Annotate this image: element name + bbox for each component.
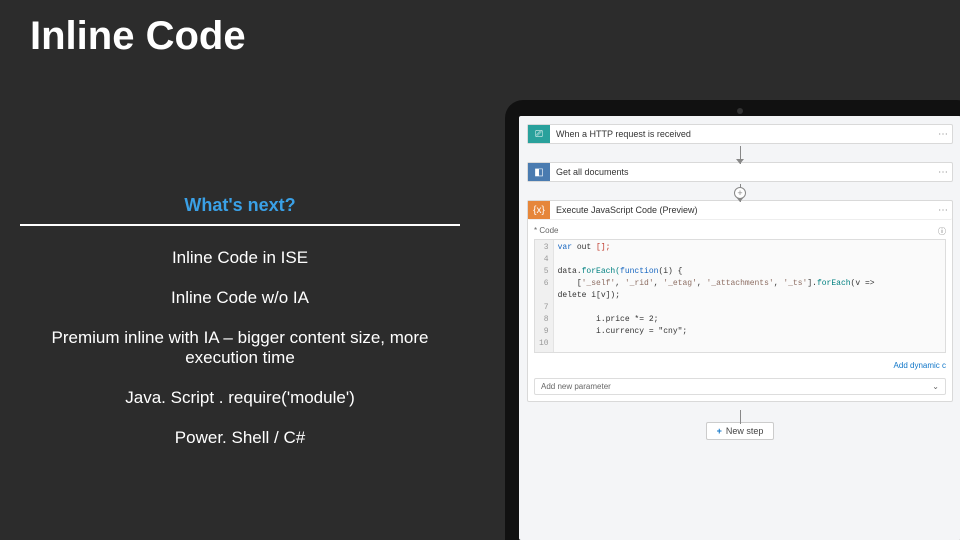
- code-editor[interactable]: 3 4 5 6 7 8 9 10 var out []; data.forEac…: [534, 239, 946, 353]
- laptop-frame: ⎚ When a HTTP request is received ⋯ ◧ Ge…: [505, 100, 960, 540]
- table-row: Premium inline with IA – bigger content …: [20, 318, 460, 378]
- expand-icon[interactable]: ⋯: [934, 163, 952, 181]
- camera-dot: [737, 108, 743, 114]
- cosmos-icon: ◧: [528, 163, 550, 181]
- logic-app-designer: ⎚ When a HTTP request is received ⋯ ◧ Ge…: [519, 116, 960, 540]
- execjs-step-header[interactable]: {x} Execute JavaScript Code (Preview) ⋯: [528, 201, 952, 220]
- new-step-button[interactable]: + New step: [706, 422, 775, 440]
- inline-code-icon: {x}: [528, 201, 550, 219]
- execjs-step: {x} Execute JavaScript Code (Preview) ⋯ …: [527, 200, 953, 402]
- chevron-down-icon: ⌄: [932, 382, 939, 391]
- getdocs-step-label: Get all documents: [550, 163, 934, 181]
- whats-next-table: What's next? Inline Code in ISE Inline C…: [20, 195, 460, 458]
- trigger-step-label: When a HTTP request is received: [550, 125, 934, 143]
- getdocs-step[interactable]: ◧ Get all documents ⋯: [527, 162, 953, 182]
- code-lines[interactable]: var out []; data.forEach(function(i) { […: [554, 240, 879, 352]
- table-row: Inline Code w/o IA: [20, 278, 460, 318]
- connector: [527, 412, 953, 422]
- table-row: Inline Code in ISE: [20, 238, 460, 278]
- connector: [527, 148, 953, 162]
- connector: +: [527, 186, 953, 200]
- expand-icon[interactable]: ⋯: [934, 201, 952, 219]
- slide-title: Inline Code: [30, 14, 246, 59]
- expand-icon[interactable]: ⋯: [934, 125, 952, 143]
- table-row: Java. Script . require('module'): [20, 378, 460, 418]
- add-dynamic-content-link[interactable]: Add dynamic c: [528, 357, 952, 374]
- whats-next-header: What's next?: [20, 195, 460, 226]
- arrow-down-icon: [736, 159, 744, 164]
- trigger-step[interactable]: ⎚ When a HTTP request is received ⋯: [527, 124, 953, 144]
- code-section-label: * Code ⓘ: [534, 224, 946, 239]
- execjs-step-label: Execute JavaScript Code (Preview): [550, 201, 934, 219]
- http-trigger-icon: ⎚: [528, 125, 550, 143]
- add-new-parameter-dropdown[interactable]: Add new parameter ⌄: [534, 378, 946, 395]
- table-row: Power. Shell / C#: [20, 418, 460, 458]
- plus-icon: +: [717, 426, 722, 436]
- add-step-inline-icon[interactable]: +: [734, 187, 746, 199]
- info-icon[interactable]: ⓘ: [938, 226, 946, 237]
- code-gutter: 3 4 5 6 7 8 9 10: [535, 240, 554, 352]
